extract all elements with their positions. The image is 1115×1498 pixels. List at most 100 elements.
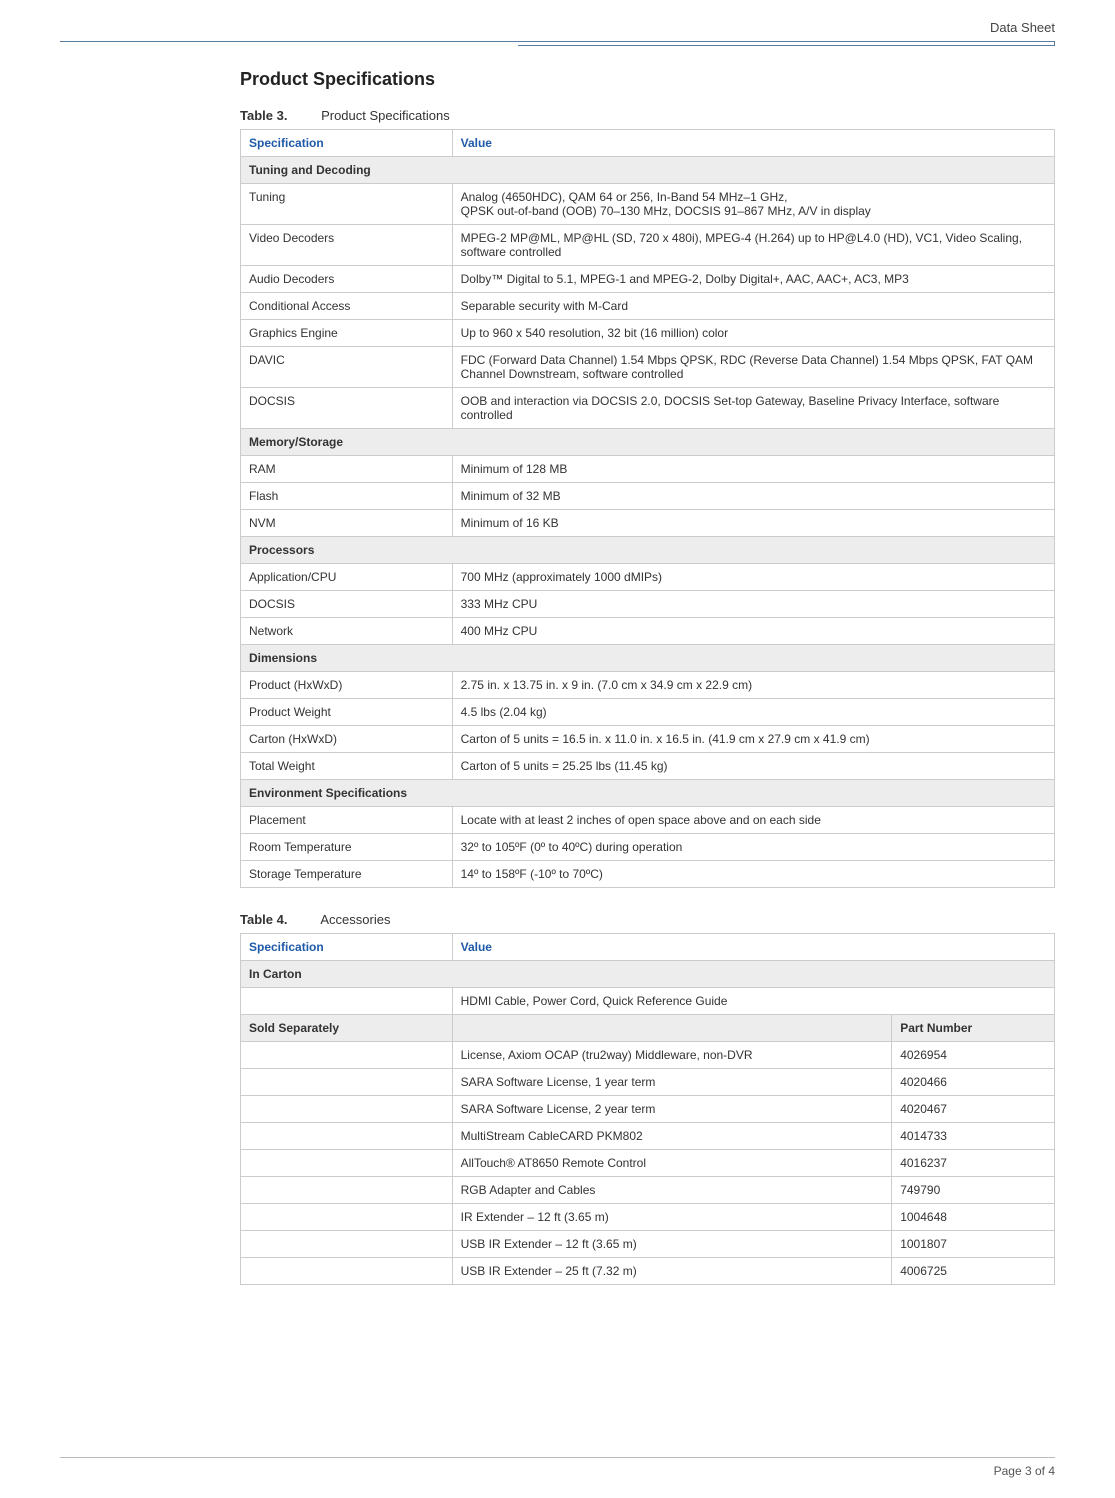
value-cell: 400 MHz CPU	[452, 618, 1054, 645]
table-section-title: Processors	[241, 537, 1055, 564]
spec-cell	[241, 988, 453, 1015]
table-header-row: Specification Value	[241, 130, 1055, 157]
value-cell: Minimum of 128 MB	[452, 456, 1054, 483]
table3-caption-text: Product Specifications	[321, 108, 450, 123]
table-row: Network400 MHz CPU	[241, 618, 1055, 645]
table-header-row: Specification Value	[241, 934, 1055, 961]
table-row: MultiStream CableCARD PKM8024014733	[241, 1123, 1055, 1150]
part-number-cell: 749790	[892, 1177, 1055, 1204]
desc-cell: USB IR Extender – 12 ft (3.65 m)	[452, 1231, 892, 1258]
value-cell: Carton of 5 units = 25.25 lbs (11.45 kg)	[452, 753, 1054, 780]
value-cell: Locate with at least 2 inches of open sp…	[452, 807, 1054, 834]
part-number-cell: 4014733	[892, 1123, 1055, 1150]
spec-cell: Graphics Engine	[241, 320, 453, 347]
in-carton-title: In Carton	[241, 961, 1055, 988]
table-section-title: Dimensions	[241, 645, 1055, 672]
table-row: Graphics EngineUp to 960 x 540 resolutio…	[241, 320, 1055, 347]
header: Data Sheet	[60, 20, 1055, 35]
spec-cell	[241, 1069, 453, 1096]
table-row: RGB Adapter and Cables749790	[241, 1177, 1055, 1204]
table-row: DOCSISOOB and interaction via DOCSIS 2.0…	[241, 388, 1055, 429]
value-cell: Carton of 5 units = 16.5 in. x 11.0 in. …	[452, 726, 1054, 753]
desc-cell: RGB Adapter and Cables	[452, 1177, 892, 1204]
part-number-cell: 4006725	[892, 1258, 1055, 1285]
table-row: Conditional AccessSeparable security wit…	[241, 293, 1055, 320]
value-cell: HDMI Cable, Power Cord, Quick Reference …	[452, 988, 1054, 1015]
table-row: FlashMinimum of 32 MB	[241, 483, 1055, 510]
spec-cell: RAM	[241, 456, 453, 483]
desc-cell: SARA Software License, 2 year term	[452, 1096, 892, 1123]
desc-cell: IR Extender – 12 ft (3.65 m)	[452, 1204, 892, 1231]
spec-cell: Product (HxWxD)	[241, 672, 453, 699]
table-section-title: Memory/Storage	[241, 429, 1055, 456]
table-row: RAMMinimum of 128 MB	[241, 456, 1055, 483]
spec-cell	[241, 1177, 453, 1204]
table-row: NVMMinimum of 16 KB	[241, 510, 1055, 537]
desc-cell: SARA Software License, 1 year term	[452, 1069, 892, 1096]
table-row: Carton (HxWxD)Carton of 5 units = 16.5 i…	[241, 726, 1055, 753]
spec-cell: Tuning	[241, 184, 453, 225]
table3-head-value: Value	[452, 130, 1054, 157]
spec-cell: Carton (HxWxD)	[241, 726, 453, 753]
value-cell: Dolby™ Digital to 5.1, MPEG-1 and MPEG-2…	[452, 266, 1054, 293]
table-row: TuningAnalog (4650HDC), QAM 64 or 256, I…	[241, 184, 1055, 225]
header-label: Data Sheet	[990, 20, 1055, 35]
table-row: SARA Software License, 2 year term402046…	[241, 1096, 1055, 1123]
table-row: Application/CPU700 MHz (approximately 10…	[241, 564, 1055, 591]
table-row: Product Weight4.5 lbs (2.04 kg)	[241, 699, 1055, 726]
desc-cell: MultiStream CableCARD PKM802	[452, 1123, 892, 1150]
table-row: DOCSIS333 MHz CPU	[241, 591, 1055, 618]
value-cell: Analog (4650HDC), QAM 64 or 256, In-Band…	[452, 184, 1054, 225]
table4: Specification Value In CartonHDMI Cable,…	[240, 933, 1055, 1285]
spec-cell	[241, 1258, 453, 1285]
spec-cell	[241, 1042, 453, 1069]
part-number-cell: 4026954	[892, 1042, 1055, 1069]
value-cell: 4.5 lbs (2.04 kg)	[452, 699, 1054, 726]
sold-separately-title: Sold Separately	[241, 1015, 453, 1042]
sold-separately-blank	[452, 1015, 892, 1042]
page-number: Page 3 of 4	[60, 1464, 1055, 1478]
table-section-row: Tuning and Decoding	[241, 157, 1055, 184]
table-row: HDMI Cable, Power Cord, Quick Reference …	[241, 988, 1055, 1015]
spec-cell	[241, 1096, 453, 1123]
content: Product Specifications Table 3. Product …	[240, 69, 1055, 1285]
spec-cell: NVM	[241, 510, 453, 537]
table-row: SARA Software License, 1 year term402046…	[241, 1069, 1055, 1096]
table-row: Product (HxWxD)2.75 in. x 13.75 in. x 9 …	[241, 672, 1055, 699]
value-cell: Up to 960 x 540 resolution, 32 bit (16 m…	[452, 320, 1054, 347]
part-number-title: Part Number	[892, 1015, 1055, 1042]
spec-cell	[241, 1150, 453, 1177]
value-cell: 32º to 105ºF (0º to 40ºC) during operati…	[452, 834, 1054, 861]
table3-caption-label: Table 3.	[240, 108, 287, 123]
table-section-row: Memory/Storage	[241, 429, 1055, 456]
spec-cell: Conditional Access	[241, 293, 453, 320]
table3: Specification Value Tuning and DecodingT…	[240, 129, 1055, 888]
table-row: Total WeightCarton of 5 units = 25.25 lb…	[241, 753, 1055, 780]
table-section-title: Environment Specifications	[241, 780, 1055, 807]
value-cell: 700 MHz (approximately 1000 dMIPs)	[452, 564, 1054, 591]
spec-cell	[241, 1204, 453, 1231]
table-row: USB IR Extender – 25 ft (7.32 m)4006725	[241, 1258, 1055, 1285]
spec-cell: Application/CPU	[241, 564, 453, 591]
table-section-row: Dimensions	[241, 645, 1055, 672]
part-number-cell: 1001807	[892, 1231, 1055, 1258]
table-row: USB IR Extender – 12 ft (3.65 m)1001807	[241, 1231, 1055, 1258]
table3-caption: Table 3. Product Specifications	[240, 108, 1055, 123]
footer: Page 3 of 4	[60, 1457, 1055, 1478]
table-section-row: Sold Separately Part Number	[241, 1015, 1055, 1042]
value-cell: MPEG-2 MP@ML, MP@HL (SD, 720 x 480i), MP…	[452, 225, 1054, 266]
table-row: Storage Temperature14º to 158ºF (-10º to…	[241, 861, 1055, 888]
header-rule	[60, 41, 1055, 49]
spec-cell: Placement	[241, 807, 453, 834]
value-cell: Minimum of 32 MB	[452, 483, 1054, 510]
spec-cell: DOCSIS	[241, 388, 453, 429]
table-row: AllTouch® AT8650 Remote Control4016237	[241, 1150, 1055, 1177]
desc-cell: License, Axiom OCAP (tru2way) Middleware…	[452, 1042, 892, 1069]
table4-caption-text: Accessories	[320, 912, 390, 927]
value-cell: 333 MHz CPU	[452, 591, 1054, 618]
value-cell: 2.75 in. x 13.75 in. x 9 in. (7.0 cm x 3…	[452, 672, 1054, 699]
section-title: Product Specifications	[240, 69, 1055, 90]
value-cell: Minimum of 16 KB	[452, 510, 1054, 537]
part-number-cell: 1004648	[892, 1204, 1055, 1231]
value-cell: OOB and interaction via DOCSIS 2.0, DOCS…	[452, 388, 1054, 429]
